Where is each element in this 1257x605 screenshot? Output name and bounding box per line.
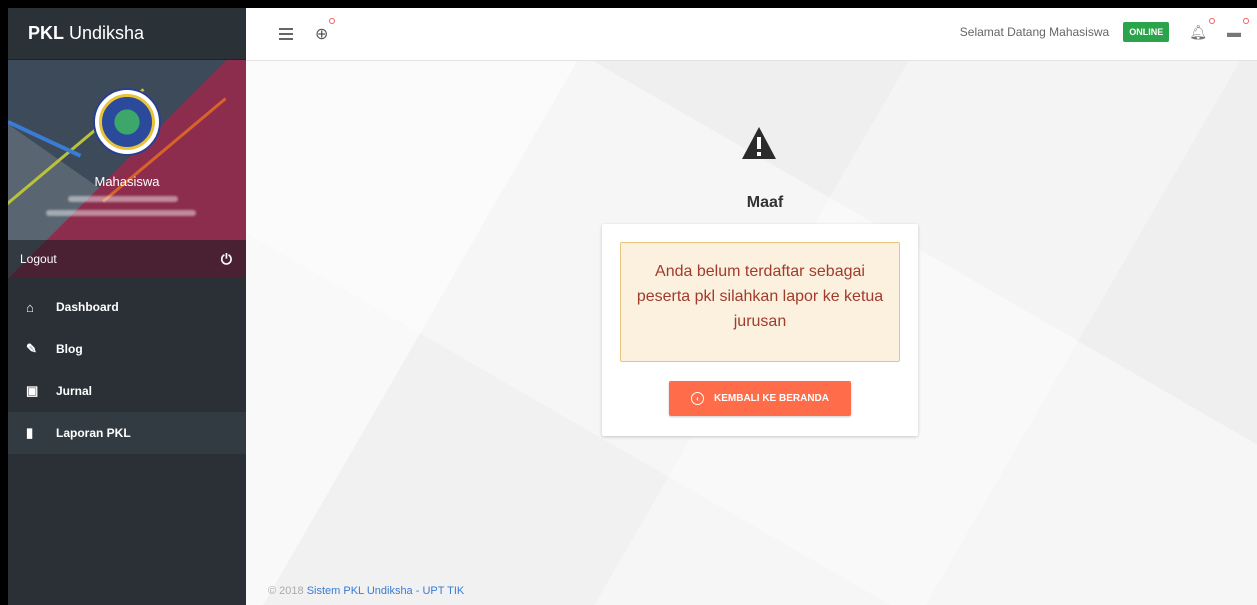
brand-bold: PKL <box>28 23 64 43</box>
app-frame: PKL Undiksha Mahasiswa Logout ⏻ ⌂ Dashbo… <box>8 8 1257 605</box>
home-icon: ⌂ <box>26 299 34 315</box>
sidebar-item-jurnal[interactable]: ▣ Jurnal <box>8 370 246 412</box>
warning-icon <box>742 127 776 159</box>
sidebar-item-label: Dashboard <box>56 300 119 314</box>
sidebar-menu: ⌂ Dashboard ✎ Blog ▣ Jurnal ▮ Laporan PK… <box>8 286 246 454</box>
university-seal-icon <box>99 94 155 150</box>
menu-toggle-icon[interactable] <box>279 28 293 40</box>
welcome-text: Selamat Datang Mahasiswa <box>959 25 1110 39</box>
notification-dot <box>1209 17 1215 24</box>
chevron-left-circle-icon: ‹ <box>691 392 704 405</box>
avatar <box>93 88 161 156</box>
footer: © 2018 Sistem PKL Undiksha - UPT TIK <box>268 585 464 597</box>
globe-icon[interactable]: ⊕ <box>315 18 336 44</box>
chat-icon[interactable]: ▬ <box>1227 18 1249 40</box>
footer-copyright: © 2018 <box>268 585 307 597</box>
notification-dot <box>1243 18 1249 24</box>
button-label: KEMBALI KE BERANDA <box>714 393 829 404</box>
main-content: Maaf Anda belum terdaftar sebagai pesert… <box>246 61 1257 605</box>
pencil-icon: ✎ <box>26 341 37 356</box>
bell-icon[interactable]: 🔔︎ <box>1189 17 1215 41</box>
sidebar-item-label: Jurnal <box>56 384 93 398</box>
logout-label: Logout <box>20 252 57 266</box>
sidebar-item-laporan-pkl[interactable]: ▮ Laporan PKL <box>8 412 246 454</box>
user-profile-panel: Mahasiswa Logout ⏻ <box>8 60 246 278</box>
blurred-info <box>46 210 196 216</box>
blurred-info <box>68 196 178 202</box>
top-navbar: ⊕ Selamat Datang Mahasiswa ONLINE 🔔︎ ▬ <box>246 8 1257 61</box>
warning-alert: Anda belum terdaftar sebagai peserta pkl… <box>620 242 900 362</box>
sidebar-item-label: Laporan PKL <box>56 426 131 440</box>
sidebar-item-blog[interactable]: ✎ Blog <box>8 328 246 370</box>
profile-name: Mahasiswa <box>94 174 160 189</box>
page-title: Maaf <box>746 194 784 211</box>
decor-stripe <box>8 120 82 158</box>
sidebar-item-dashboard[interactable]: ⌂ Dashboard <box>8 286 246 328</box>
message-card: Anda belum terdaftar sebagai peserta pkl… <box>602 224 918 436</box>
notification-dot <box>329 18 336 24</box>
back-to-home-button[interactable]: ‹ KEMBALI KE BERANDA <box>669 381 851 416</box>
logout-button[interactable]: Logout ⏻ <box>8 240 246 278</box>
brand-rest: Undiksha <box>69 23 145 43</box>
status-badge: ONLINE <box>1123 22 1170 42</box>
power-icon: ⏻ <box>220 250 232 267</box>
footer-link[interactable]: Sistem PKL Undiksha - UPT TIK <box>307 585 465 597</box>
sidebar-item-label: Blog <box>56 342 83 356</box>
sidebar: PKL Undiksha Mahasiswa Logout ⏻ ⌂ Dashbo… <box>8 8 246 605</box>
book-icon: ▮ <box>26 425 34 440</box>
brand-logo[interactable]: PKL Undiksha <box>8 8 246 60</box>
save-icon: ▣ <box>26 383 39 398</box>
